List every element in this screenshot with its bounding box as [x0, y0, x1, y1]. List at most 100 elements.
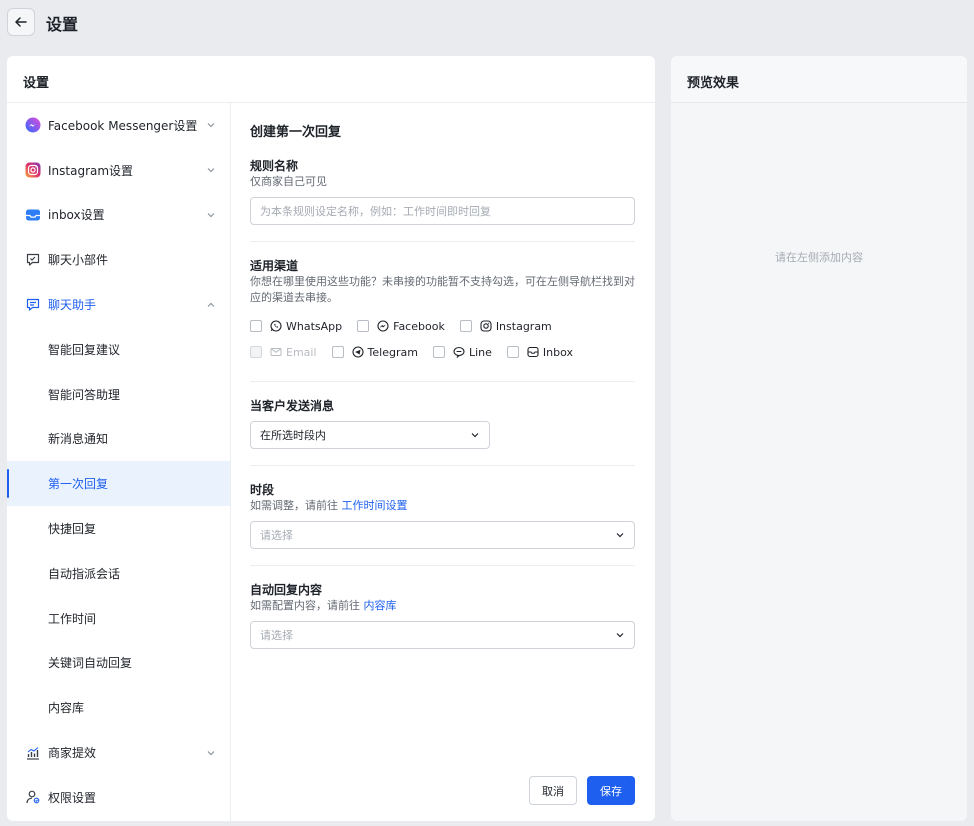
rule-name-input[interactable]: 为本条规则设定名称，例如：工作时间即时回复 — [250, 197, 635, 225]
channel-checkbox-instagram[interactable]: Instagram — [459, 319, 552, 333]
checkbox[interactable] — [357, 320, 370, 332]
save-button[interactable]: 保存 — [587, 776, 635, 805]
sidebar-item-label: 工作时间 — [48, 611, 97, 626]
period-label: 时段 — [250, 483, 275, 497]
top-bar: 设置 — [0, 0, 974, 44]
sidebar-item-new-message-notify[interactable]: 新消息通知 — [7, 417, 230, 462]
checkbox[interactable] — [331, 346, 344, 358]
messenger-icon — [377, 320, 389, 332]
trigger-section: 当客户发送消息 在所选时段内 — [250, 398, 635, 449]
channel-checkbox-telegram[interactable]: Telegram — [331, 345, 418, 359]
rule-name-label: 规则名称 — [250, 159, 299, 173]
back-button[interactable] — [7, 8, 35, 36]
channels-label: 适用渠道 — [250, 259, 299, 273]
trigger-select[interactable]: 在所选时段内 — [250, 421, 490, 449]
sidebar-item-content-library[interactable]: 内容库 — [7, 685, 230, 730]
sidebar-item-first-reply[interactable]: 第一次回复 — [7, 461, 230, 507]
telegram-icon — [351, 346, 364, 358]
sidebar-item-working-hours[interactable]: 工作时间 — [7, 596, 230, 641]
trigger-select-value: 在所选时段内 — [260, 429, 326, 442]
channel-label: Telegram — [367, 345, 418, 359]
channels-section: 适用渠道 你想在哪里使用这些功能？未串接的功能暂不支持勾选，可在左侧导航栏找到对… — [250, 258, 635, 365]
preview-title: 预览效果 — [671, 56, 967, 103]
content-library-link[interactable]: 内容库 — [364, 599, 397, 612]
auto-reply-select[interactable]: 请选择 — [250, 621, 635, 649]
sidebar-item-quick-reply[interactable]: 快捷回复 — [7, 506, 230, 551]
chat-widget-icon — [25, 252, 41, 268]
sidebar-item-label: Instagram设置 — [48, 163, 134, 178]
channel-label: Line — [468, 345, 492, 359]
period-hint-text: 如需调整，请前往 — [250, 499, 338, 512]
sidebar-item-auto-assign[interactable]: 自动指派会话 — [7, 551, 230, 596]
sidebar-item-label: 第一次回复 — [48, 477, 109, 492]
rule-name-placeholder: 为本条规则设定名称，例如：工作时间即时回复 — [260, 205, 491, 218]
channels-hint: 你想在哪里使用这些功能？未串接的功能暂不支持勾选，可在左侧导航栏找到对应的渠道去… — [250, 275, 635, 304]
sidebar-item-merchant-efficiency[interactable]: 商家提效 — [7, 730, 230, 775]
preview-card: 预览效果 请在左侧添加内容 — [671, 56, 967, 821]
checkbox[interactable] — [506, 346, 519, 358]
channel-checkbox-facebook[interactable]: Facebook — [357, 320, 445, 333]
sidebar-item-permissions[interactable]: 权限设置 — [7, 775, 230, 820]
divider — [250, 381, 635, 382]
inbox-icon — [25, 207, 41, 223]
channel-label: Facebook — [393, 319, 445, 333]
chevron-down-icon — [616, 533, 624, 538]
sidebar-item-instagram[interactable]: Instagram设置 — [7, 148, 230, 193]
sidebar-item-facebook-messenger[interactable]: Facebook Messenger设置 — [7, 103, 230, 148]
sidebar-item-smart-reply[interactable]: 智能回复建议 — [7, 327, 230, 372]
messenger-icon — [25, 117, 41, 133]
channel-checkbox-email: Email — [250, 346, 317, 359]
auto-reply-label: 自动回复内容 — [250, 583, 323, 597]
chat-assistant-icon — [25, 297, 41, 313]
divider — [250, 241, 635, 242]
chevron-down-icon — [471, 433, 479, 438]
inbox-icon — [527, 346, 539, 358]
chart-icon — [25, 745, 41, 761]
rule-name-hint: 仅商家自己可见 — [250, 175, 327, 188]
sidebar-item-keyword-reply[interactable]: 关键词自动回复 — [7, 641, 230, 686]
sidebar-item-label: 智能问答助理 — [48, 387, 121, 402]
auto-reply-hint: 如需配置内容，请前往 内容库 — [250, 598, 635, 614]
arrow-left-icon — [15, 17, 27, 27]
chevron-down-icon — [207, 123, 215, 128]
chevron-down-icon — [616, 633, 624, 638]
sidebar-item-label: 新消息通知 — [48, 432, 109, 447]
settings-card: 设置 Facebook Messenger设置 Instagram设置 inbo… — [7, 56, 655, 821]
period-select[interactable]: 请选择 — [250, 521, 635, 549]
auto-reply-select-placeholder: 请选择 — [260, 629, 293, 642]
user-permission-icon — [25, 789, 41, 805]
sidebar-item-label: 智能回复建议 — [48, 342, 121, 357]
sidebar-item-smart-qa[interactable]: 智能问答助理 — [7, 372, 230, 417]
chevron-down-icon — [207, 213, 215, 218]
settings-card-title: 设置 — [7, 56, 655, 103]
chevron-up-icon — [207, 302, 215, 307]
chevron-down-icon — [207, 168, 215, 173]
auto-reply-section: 自动回复内容 如需配置内容，请前往 内容库 请选择 — [250, 582, 635, 649]
cancel-button[interactable]: 取消 — [529, 776, 577, 805]
channel-label: Email — [286, 345, 317, 359]
sidebar-item-chat-widget[interactable]: 聊天小部件 — [7, 237, 230, 282]
sidebar-item-inbox[interactable]: inbox设置 — [7, 193, 230, 238]
channel-checkbox-inbox[interactable]: Inbox — [506, 346, 573, 359]
sidebar-item-chat-assistant[interactable]: 聊天助手 — [7, 282, 230, 327]
whatsapp-icon — [270, 320, 282, 332]
form-title: 创建第一次回复 — [250, 125, 342, 140]
page-title: 设置 — [46, 15, 79, 34]
sidebar-item-label: inbox设置 — [48, 208, 105, 223]
divider — [250, 465, 635, 466]
instagram-icon — [25, 162, 41, 178]
working-hours-link[interactable]: 工作时间设置 — [342, 499, 408, 512]
chevron-down-icon — [207, 750, 215, 755]
settings-sidebar: Facebook Messenger设置 Instagram设置 inbox设置… — [7, 103, 231, 821]
channel-checkbox-whatsapp[interactable]: WhatsApp — [250, 320, 342, 333]
checkbox[interactable] — [250, 320, 262, 332]
period-select-placeholder: 请选择 — [260, 529, 293, 542]
checkbox[interactable] — [459, 320, 472, 332]
channel-label: Instagram — [495, 319, 552, 333]
channel-label: WhatsApp — [286, 319, 343, 333]
checkbox[interactable] — [432, 346, 445, 358]
instagram-icon — [480, 320, 492, 332]
sidebar-item-label: 内容库 — [48, 701, 85, 716]
channel-checkbox-line[interactable]: Line — [432, 345, 492, 359]
sidebar-item-label: Facebook Messenger设置 — [48, 118, 198, 133]
